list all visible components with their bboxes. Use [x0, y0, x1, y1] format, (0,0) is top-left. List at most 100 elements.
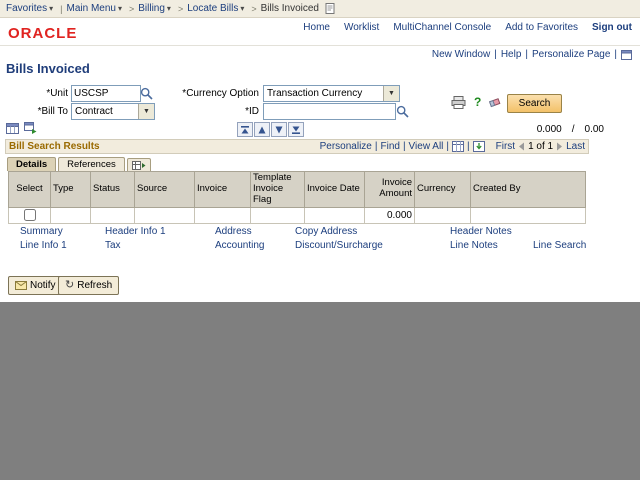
browser-viewport: Favorites ▾ | Main Menu ▾ > Billing ▾ > …: [0, 0, 640, 480]
col-header-invoice-amount: Invoice Amount: [365, 172, 415, 208]
link-discount-surcharge[interactable]: Discount/Surcharge: [295, 240, 383, 251]
table-header-row: Select Type Status Source Invoice Templa…: [9, 172, 586, 208]
navigate-top-icon[interactable]: [237, 122, 253, 137]
row-select-checkbox[interactable]: [24, 209, 36, 221]
navigate-up-icon[interactable]: [254, 122, 270, 137]
navigate-bottom-icon[interactable]: [288, 122, 304, 137]
cell-select: [9, 207, 51, 223]
breadcrumb-separator: >: [178, 4, 183, 14]
pager-first[interactable]: First: [496, 141, 515, 152]
breadcrumb-separator: >: [129, 4, 134, 14]
link-tax[interactable]: Tax: [105, 240, 121, 251]
breadcrumb-main-menu[interactable]: Main Menu: [66, 3, 115, 14]
cell-currency: [415, 207, 471, 223]
breadcrumb-separator: >: [251, 4, 256, 14]
cell-invoice: [195, 207, 251, 223]
col-header-type: Type: [51, 172, 91, 208]
breadcrumb-billing[interactable]: Billing: [138, 3, 165, 14]
cell-source: [135, 207, 195, 223]
id-lookup-icon[interactable]: [396, 105, 409, 118]
link-header-info-1[interactable]: Header Info 1: [105, 226, 166, 237]
tab-details[interactable]: Details: [7, 157, 56, 171]
navigate-down-icon[interactable]: [271, 122, 287, 137]
total-amount: 0.000: [537, 124, 562, 135]
link-line-notes[interactable]: Line Notes: [450, 240, 498, 251]
col-header-template-invoice-flag: Template Invoice Flag: [251, 172, 305, 208]
link-find[interactable]: Find: [380, 141, 399, 152]
oracle-logo: ORACLE: [8, 25, 77, 42]
separator: |: [614, 49, 617, 60]
bill-to-value: Contract: [72, 106, 138, 117]
link-header-notes[interactable]: Header Notes: [450, 226, 512, 237]
results-header-bar: Bill Search Results Personalize | Find |…: [5, 139, 589, 154]
breadcrumb-page-icon[interactable]: [325, 3, 336, 14]
cell-invoice-date: [305, 207, 365, 223]
results-title: Bill Search Results: [9, 141, 100, 152]
table-row: 0.000: [9, 207, 586, 223]
col-header-status: Status: [91, 172, 135, 208]
chevron-down-icon: ▾: [167, 4, 171, 13]
breadcrumb-favorites[interactable]: Favorites: [6, 3, 47, 14]
url-icon[interactable]: [621, 50, 632, 60]
link-sign-out[interactable]: Sign out: [592, 22, 632, 33]
breadcrumb: Favorites ▾ | Main Menu ▾ > Billing ▾ > …: [0, 0, 640, 18]
notify-label: Notify: [30, 280, 56, 291]
dropdown-arrow-icon: ▼: [138, 104, 154, 119]
pager-next-icon[interactable]: [556, 142, 563, 151]
download-icon[interactable]: [473, 141, 485, 152]
link-home[interactable]: Home: [303, 22, 330, 33]
link-worklist[interactable]: Worklist: [344, 22, 379, 33]
bill-to-select[interactable]: Contract ▼: [71, 103, 155, 120]
link-multichannel-console[interactable]: MultiChannel Console: [393, 22, 491, 33]
refresh-button[interactable]: ↻ Refresh: [58, 276, 119, 295]
col-header-invoice-date: Invoice Date: [305, 172, 365, 208]
help-icon[interactable]: ?: [474, 95, 481, 109]
col-header-invoice: Invoice: [195, 172, 251, 208]
total-separator: /: [572, 124, 575, 135]
chevron-down-icon: ▾: [240, 4, 244, 13]
cell-type: [51, 207, 91, 223]
currency-option-label: *Currency Option: [149, 88, 259, 99]
cell-template-invoice-flag: [251, 207, 305, 223]
col-header-created-by: Created By: [471, 172, 586, 208]
refresh-label: Refresh: [77, 280, 112, 291]
link-add-to-favorites[interactable]: Add to Favorites: [505, 22, 578, 33]
breadcrumb-locate-bills[interactable]: Locate Bills: [187, 3, 238, 14]
link-summary[interactable]: Summary: [20, 226, 63, 237]
link-address[interactable]: Address: [215, 226, 252, 237]
link-help[interactable]: Help: [501, 49, 522, 60]
tab-references[interactable]: References: [58, 157, 125, 171]
currency-option-select[interactable]: Transaction Currency ▼: [263, 85, 400, 102]
link-line-search[interactable]: Line Search: [533, 240, 586, 251]
link-accounting[interactable]: Accounting: [215, 240, 264, 251]
printer-icon[interactable]: [451, 96, 466, 109]
personalize-grid-icon[interactable]: [6, 122, 19, 135]
show-all-columns-icon: [132, 161, 146, 170]
header-links: Home Worklist MultiChannel Console Add t…: [303, 22, 632, 33]
unit-input[interactable]: [71, 85, 141, 102]
link-view-all[interactable]: View All: [409, 141, 444, 152]
spreadsheet-icon[interactable]: [452, 141, 464, 152]
export-grid-icon[interactable]: [24, 122, 37, 135]
pager-prev-icon[interactable]: [518, 142, 525, 151]
notify-icon: [15, 281, 27, 290]
link-new-window[interactable]: New Window: [432, 49, 490, 60]
link-personalize-page[interactable]: Personalize Page: [532, 49, 610, 60]
pager-last[interactable]: Last: [566, 141, 585, 152]
id-input[interactable]: [263, 103, 396, 120]
currency-option-value: Transaction Currency: [264, 88, 383, 99]
notify-button[interactable]: Notify: [8, 276, 63, 295]
link-personalize[interactable]: Personalize: [320, 141, 372, 152]
page-title: Bills Invoiced: [6, 61, 90, 76]
results-tabs: Details References: [5, 155, 589, 171]
grid-pager: First 1 of 1 Last: [496, 141, 585, 152]
search-button[interactable]: Search: [507, 94, 562, 113]
show-all-columns-tab[interactable]: [127, 158, 151, 171]
separator: |: [446, 141, 449, 152]
link-line-info-1[interactable]: Line Info 1: [20, 240, 67, 251]
totals-display: 0.000 / 0.00: [537, 124, 604, 135]
link-copy-address[interactable]: Copy Address: [295, 226, 357, 237]
clear-icon[interactable]: [488, 96, 502, 108]
separator: |: [375, 141, 378, 152]
bill-search-results: Bill Search Results Personalize | Find |…: [5, 139, 589, 224]
